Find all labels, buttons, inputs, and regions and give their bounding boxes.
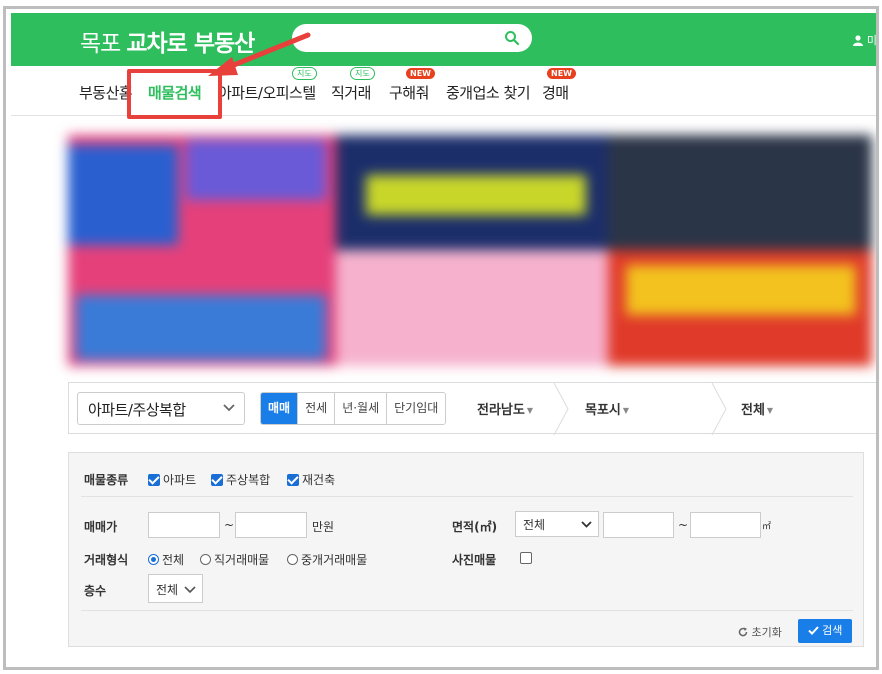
floor-label: 층수 — [84, 584, 107, 598]
caret-down-icon: ▼ — [622, 406, 630, 415]
radio-icon — [200, 554, 211, 565]
search-panel: 매물종류 아파트 주상복합 재건축 매매가 ~ 만원 면적(㎡) 전체 ~ ㎡ … — [68, 452, 864, 647]
floor-select[interactable]: 전체 — [148, 574, 203, 603]
nav-home[interactable]: 부동산홈 — [79, 82, 133, 103]
site-header: 목포 교차로 부동산 미 — [11, 13, 877, 66]
price-label: 매매가 — [84, 520, 118, 534]
city-select[interactable]: 목포시 ▼ — [585, 399, 629, 418]
refresh-icon — [738, 627, 748, 637]
user-label: 미 — [866, 34, 877, 47]
new-badge: NEW — [406, 68, 435, 79]
area-max-input[interactable] — [690, 512, 761, 538]
radio-label: 직거래매물 — [214, 553, 270, 567]
radio-label: 전체 — [162, 553, 185, 567]
tab-monthly-rent[interactable]: 년·월세 — [335, 393, 388, 424]
search-input[interactable] — [306, 29, 496, 47]
photo-listing-label: 사진매물 — [452, 553, 497, 567]
area-select-value: 전체 — [523, 518, 546, 532]
search-icon[interactable] — [504, 30, 520, 46]
checkbox-mixed-use[interactable]: 주상복합 — [211, 471, 270, 488]
floor-select-value: 전체 — [156, 583, 179, 597]
price-min-input[interactable] — [148, 512, 220, 538]
area-label: 면적(㎡) — [452, 520, 498, 534]
caret-down-icon: ▼ — [766, 406, 774, 415]
property-type-value: 아파트/주상복합 — [88, 401, 186, 419]
property-kind-label: 매물종류 — [84, 473, 129, 487]
price-unit: 만원 — [312, 520, 335, 534]
nav-apartment-officetel[interactable]: 아파트/오피스텔 — [218, 82, 316, 103]
annotation-arrow-icon — [208, 32, 311, 76]
radio-trade-broker[interactable]: 중개거래매물 — [287, 551, 367, 568]
area-unit: ㎡ — [762, 522, 772, 532]
checkbox-reconstruction[interactable]: 재건축 — [287, 471, 335, 488]
tab-jeonse[interactable]: 전세 — [298, 393, 336, 424]
divider — [81, 610, 853, 611]
nav-find-agency[interactable]: 중개업소 찾기 — [446, 82, 531, 103]
nav-auction[interactable]: 경매 — [542, 82, 569, 103]
checkbox-apartment[interactable]: 아파트 — [148, 471, 196, 488]
range-tilde: ~ — [224, 518, 235, 532]
browser-frame: 목포 교차로 부동산 미 부동산홈 매물검색 아파트/오피스텔 지도 직거래 지도… — [3, 6, 879, 670]
radio-trade-all[interactable]: 전체 — [148, 551, 184, 568]
trade-type-label: 거래형식 — [84, 553, 129, 567]
tab-short-term[interactable]: 단기임대 — [387, 393, 446, 424]
radio-label: 중개거래매물 — [301, 553, 368, 567]
search-button-label: 검색 — [822, 624, 843, 637]
checkbox-checked-icon — [148, 474, 160, 486]
checkbox-label: 아파트 — [163, 473, 197, 487]
user-menu[interactable]: 미 — [853, 32, 877, 48]
province-select[interactable]: 전라남도 ▼ — [477, 399, 533, 418]
checkbox-checked-icon — [287, 474, 299, 486]
logo-city: 목포 — [80, 31, 121, 57]
chevron-down-icon — [184, 586, 196, 594]
chevron-down-icon — [223, 404, 235, 412]
chevron-down-icon — [581, 521, 592, 528]
nav-direct-deal[interactable]: 직거래 — [331, 82, 371, 103]
reset-label: 초기화 — [751, 626, 782, 639]
checkbox-label: 재건축 — [302, 473, 336, 487]
nav-request[interactable]: 구해줘 — [389, 82, 429, 103]
new-badge: NEW — [547, 68, 576, 79]
check-icon — [807, 626, 819, 635]
reset-button[interactable]: 초기화 — [738, 624, 782, 640]
filter-bar: 아파트/주상복합 매매 전세 년·월세 단기임대 전라남도 ▼ 목포시 ▼ 전체 ▼ — [68, 382, 876, 435]
search-button[interactable]: 검색 — [798, 619, 852, 643]
range-tilde: ~ — [678, 518, 689, 532]
checkbox-checked-icon — [211, 474, 223, 486]
area-unit-select[interactable]: 전체 — [515, 511, 599, 537]
district-value: 전체 — [741, 403, 765, 418]
breadcrumb-separator-icon — [711, 383, 727, 435]
caret-down-icon: ▼ — [526, 406, 533, 415]
deal-type-tabs: 매매 전세 년·월세 단기임대 — [260, 392, 447, 425]
city-value: 목포시 — [585, 403, 621, 418]
district-select[interactable]: 전체 ▼ — [741, 399, 773, 418]
radio-selected-icon — [148, 554, 159, 565]
breadcrumb-separator-icon — [553, 383, 569, 435]
checkbox-label: 주상복합 — [226, 473, 271, 487]
radio-trade-direct[interactable]: 직거래매물 — [200, 551, 269, 568]
tab-sale[interactable]: 매매 — [261, 393, 299, 424]
property-type-select[interactable]: 아파트/주상복합 — [77, 392, 245, 425]
divider — [81, 496, 853, 497]
radio-icon — [287, 554, 298, 565]
ad-banner[interactable] — [46, 135, 872, 366]
province-value: 전라남도 — [477, 403, 525, 418]
photo-listing-checkbox[interactable] — [520, 552, 532, 564]
area-min-input[interactable] — [603, 512, 674, 538]
user-icon — [853, 35, 864, 46]
search-box — [292, 24, 532, 52]
price-max-input[interactable] — [235, 512, 307, 538]
map-badge: 지도 — [350, 67, 375, 80]
